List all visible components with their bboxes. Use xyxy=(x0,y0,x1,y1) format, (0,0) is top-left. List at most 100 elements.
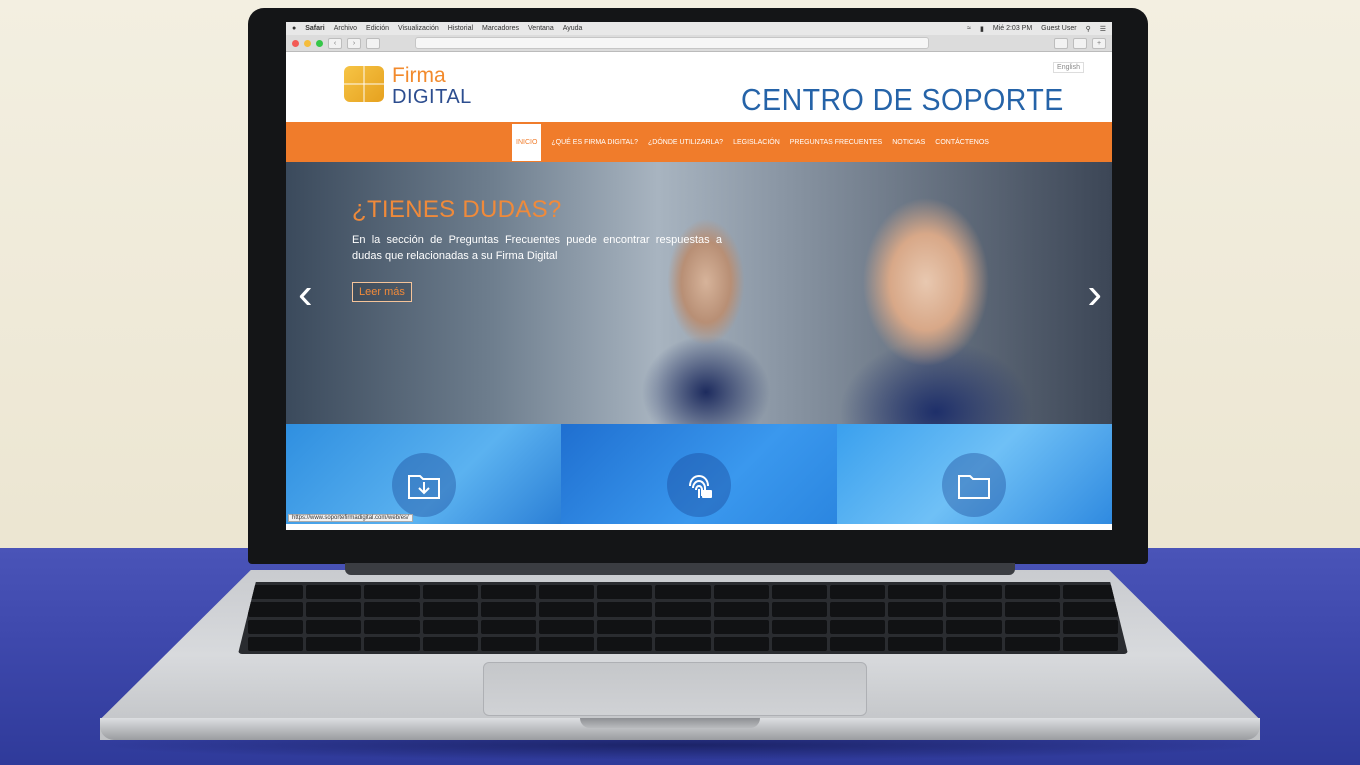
key xyxy=(830,619,886,634)
spotlight-search-icon[interactable]: ⚲ xyxy=(1086,25,1091,33)
key xyxy=(422,636,478,651)
back-button[interactable]: ‹ xyxy=(328,37,342,49)
nav-noticias[interactable]: NOTICIAS xyxy=(892,139,925,146)
key xyxy=(888,602,944,617)
key xyxy=(306,636,362,651)
address-bar[interactable] xyxy=(415,37,929,49)
key xyxy=(248,602,304,617)
nav-donde-utilizarla[interactable]: ¿DÓNDE UTILIZARLA? xyxy=(648,139,723,146)
key xyxy=(946,619,1002,634)
key xyxy=(946,585,1002,600)
key xyxy=(306,585,362,600)
key xyxy=(830,585,886,600)
key xyxy=(422,619,478,634)
keyboard xyxy=(238,582,1128,654)
carousel-next-icon[interactable]: › xyxy=(1087,272,1102,316)
menu-archivo[interactable]: Archivo xyxy=(334,25,357,32)
key xyxy=(1062,602,1118,617)
laptop-hinge xyxy=(345,563,1015,575)
key xyxy=(888,585,944,600)
menu-visualizacion[interactable]: Visualización xyxy=(398,25,439,32)
status-bar-url: https://www.soportefirmadigital.com/web/… xyxy=(288,514,413,522)
carousel-prev-icon[interactable]: ‹ xyxy=(298,272,313,316)
key xyxy=(422,585,478,600)
menubar-app-name[interactable]: Safari xyxy=(305,25,324,32)
smart-chip-logo-icon[interactable] xyxy=(344,66,384,102)
key xyxy=(306,619,362,634)
apple-icon[interactable]: ● xyxy=(292,25,296,32)
menubar-clock[interactable]: Mié 2:03 PM xyxy=(993,25,1032,32)
trackpad xyxy=(483,662,867,716)
nav-preguntas-frecuentes[interactable]: PREGUNTAS FRECUENTES xyxy=(790,139,882,146)
key xyxy=(771,636,827,651)
menu-ventana[interactable]: Ventana xyxy=(528,25,554,32)
window-zoom-button[interactable] xyxy=(316,39,323,47)
menubar-user[interactable]: Guest User xyxy=(1041,25,1076,32)
forward-button[interactable]: › xyxy=(347,37,361,49)
key xyxy=(1004,636,1060,651)
laptop-screen: ● Safari Archivo Edición Visualización H… xyxy=(286,22,1112,530)
key xyxy=(771,602,827,617)
menu-edicion[interactable]: Edición xyxy=(366,25,389,32)
read-more-button[interactable]: Leer más xyxy=(352,282,412,302)
key xyxy=(1004,602,1060,617)
key xyxy=(655,585,711,600)
key xyxy=(713,602,769,617)
key xyxy=(597,636,653,651)
key xyxy=(539,585,595,600)
sidebar-toggle-button[interactable] xyxy=(366,37,380,49)
key xyxy=(364,619,420,634)
wifi-icon[interactable]: ≈ xyxy=(967,25,971,32)
key xyxy=(655,602,711,617)
menu-ayuda[interactable]: Ayuda xyxy=(563,25,583,32)
key xyxy=(306,602,362,617)
key xyxy=(946,602,1002,617)
window-minimize-button[interactable] xyxy=(304,39,311,47)
key xyxy=(1004,619,1060,634)
key xyxy=(830,602,886,617)
key xyxy=(480,619,536,634)
tile-download[interactable]: https://www.soportefirmadigital.com/web/… xyxy=(286,424,562,524)
hero-carousel: ¿TIENES DUDAS? En la sección de Pregunta… xyxy=(286,162,1112,424)
tile-security[interactable] xyxy=(561,424,837,524)
battery-icon[interactable]: ▮ xyxy=(980,25,984,33)
logo-firma[interactable]: Firma xyxy=(392,64,446,88)
nav-que-es[interactable]: ¿QUÉ ES FIRMA DIGITAL? xyxy=(551,139,638,146)
key xyxy=(713,636,769,651)
key xyxy=(655,636,711,651)
key xyxy=(771,619,827,634)
key xyxy=(480,585,536,600)
share-button[interactable] xyxy=(1054,37,1068,49)
nav-inicio[interactable]: INICIO xyxy=(512,123,542,161)
key xyxy=(480,636,536,651)
new-tab-button[interactable]: + xyxy=(1092,37,1106,49)
main-nav: INICIO ¿QUÉ ES FIRMA DIGITAL? ¿DÓNDE UTI… xyxy=(286,122,1112,162)
laptop-opening-notch xyxy=(580,718,760,728)
mac-menubar: ● Safari Archivo Edición Visualización H… xyxy=(286,22,1112,35)
menu-marcadores[interactable]: Marcadores xyxy=(482,25,519,32)
key xyxy=(248,585,304,600)
nav-contactenos[interactable]: CONTÁCTENOS xyxy=(935,139,989,146)
key xyxy=(539,636,595,651)
hero-title: ¿TIENES DUDAS? xyxy=(352,196,562,223)
menu-historial[interactable]: Historial xyxy=(448,25,473,32)
browser-toolbar: ‹ › + xyxy=(286,35,1112,52)
nav-legislacion[interactable]: LEGISLACIÓN xyxy=(733,139,780,146)
key xyxy=(1062,619,1118,634)
key xyxy=(713,619,769,634)
key xyxy=(364,585,420,600)
window-close-button[interactable] xyxy=(292,39,299,47)
tabs-overview-button[interactable] xyxy=(1073,37,1087,49)
key xyxy=(597,619,653,634)
key xyxy=(248,619,304,634)
tile-documents[interactable] xyxy=(836,424,1112,524)
notification-list-icon[interactable]: ☰ xyxy=(1100,25,1106,33)
hero-text: En la sección de Preguntas Frecuentes pu… xyxy=(352,234,722,262)
site-title: CENTRO DE SOPORTE xyxy=(741,82,1064,117)
logo-digital[interactable]: DIGITAL xyxy=(392,86,472,109)
key xyxy=(248,636,304,651)
key xyxy=(888,636,944,651)
key xyxy=(655,619,711,634)
key xyxy=(1062,585,1118,600)
language-switch[interactable]: English xyxy=(1053,62,1084,73)
